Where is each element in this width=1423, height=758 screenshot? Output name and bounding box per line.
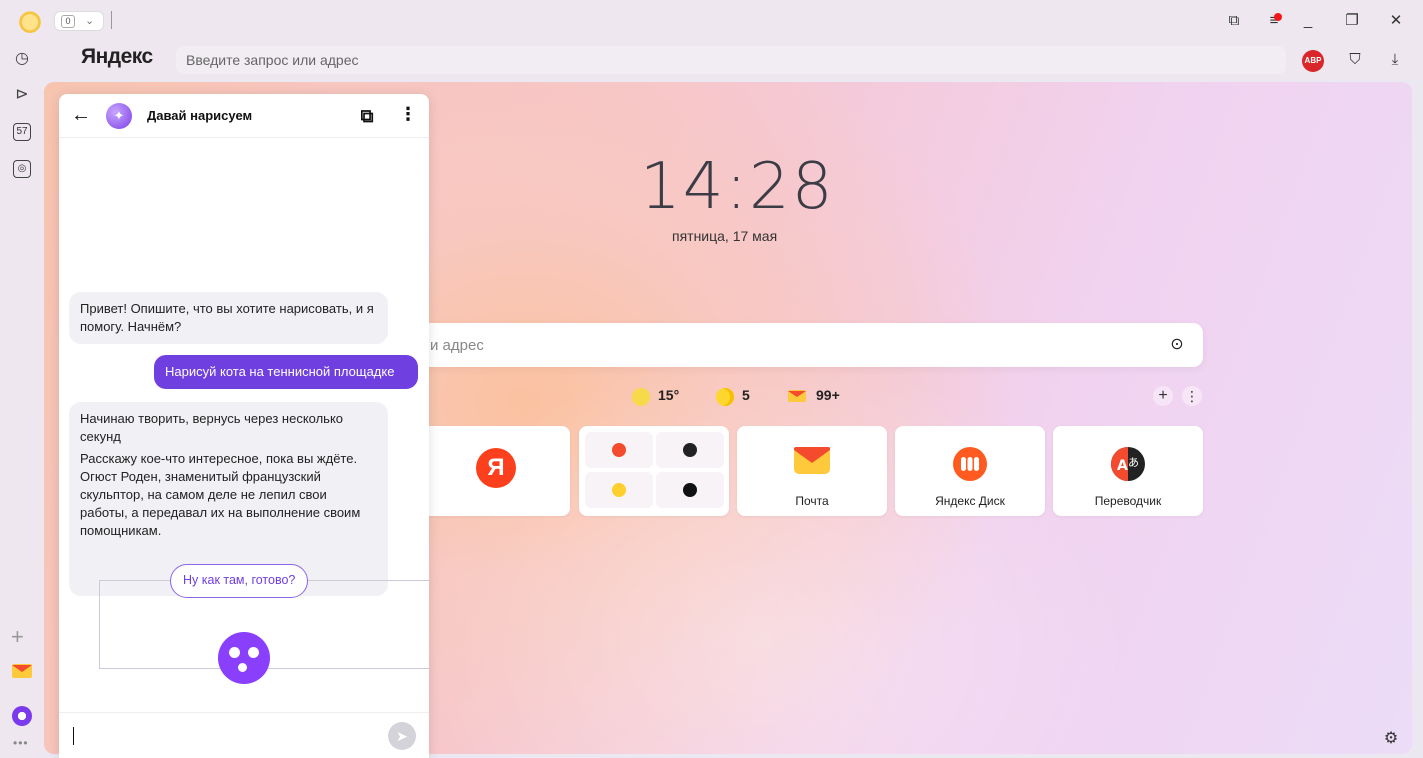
weather-temp[interactable]: 15° [658,387,679,407]
tile-widgets[interactable] [579,426,729,516]
adblock-icon[interactable]: ABP [1302,50,1324,72]
translate-icon [683,443,697,457]
play-icon[interactable]: ⊳ [9,82,35,108]
share-icon[interactable]: ⧉ [356,105,378,127]
eye [229,647,240,658]
chat-input[interactable] [59,712,429,758]
search-box[interactable] [420,323,1203,367]
chat-message-bot: Привет! Опишите, что вы хотите нарисоват… [69,292,388,344]
notification-dot [1274,13,1282,21]
umbrella-icon [612,443,626,457]
tile-disk[interactable]: Яндекс Диск [895,426,1045,516]
clock: 14:28 [640,150,835,224]
moon-value[interactable]: 5 [742,387,750,407]
mail-icon[interactable] [788,389,806,403]
sun-icon [683,483,697,497]
tile-yandex[interactable]: Я [420,426,570,516]
chat-header: ← ✦ Давай нарисуем ⧉ ⋮ [59,94,429,138]
yandex-icon: Я [476,448,516,488]
tile-label: Почта [795,494,829,508]
send-button[interactable]: ➤ [388,722,416,750]
restore-icon[interactable]: ❐ [1340,9,1364,33]
close-icon[interactable]: ✕ [1384,9,1408,33]
alice-loader [218,632,270,684]
add-tile-button[interactable]: + [1153,386,1173,406]
date: пятница, 17 мая [672,228,778,244]
search-placeholder: и адрес [430,337,484,354]
chevron-down-icon: ⌄ [85,15,95,27]
chat-message-user: Нарисуй кота на теннисной площадке [154,355,418,389]
address-placeholder: Введите запрос или адрес [186,52,359,68]
widget-cell [585,432,653,468]
title-bar: 0 ⌄ ⧉ ≡ _ ❐ ✕ [0,0,1423,42]
mail-icon[interactable] [11,662,33,680]
chat-message-text: Начинаю творить, вернусь через несколько… [80,411,344,444]
moon-icon[interactable] [716,388,734,406]
kebab-menu-icon[interactable]: ⋮ [399,104,417,125]
alice-icon[interactable] [12,706,32,726]
tile-mail[interactable]: Почта [737,426,887,516]
extensions-icon[interactable]: ⛉ [1343,48,1367,72]
widget-cell [656,432,724,468]
left-sidebar: ◷ ⊳ 57 ◎ + ••• [0,42,44,758]
divider [111,11,112,29]
notes-counter[interactable]: 57 [13,123,31,141]
tile-label: Переводчик [1094,494,1162,508]
add-panel-icon[interactable]: + [11,624,24,650]
alice-chat-panel: ← ✦ Давай нарисуем ⧉ ⋮ Привет! Опишите, … [59,94,429,758]
mail-icon [794,447,830,474]
chat-title: Давай нарисуем [147,108,253,123]
menu-icon[interactable]: ≡ [1262,9,1286,33]
svg-text:A: A [1117,458,1128,474]
profile-avatar[interactable] [18,9,42,33]
more-options-button[interactable]: ⋮ [1182,386,1202,406]
weather-icon[interactable] [632,388,650,406]
back-arrow-icon[interactable]: ← [71,104,91,127]
customize-icon[interactable]: ⚙ [1381,729,1401,749]
minimize-icon[interactable]: _ [1296,9,1320,33]
more-icon[interactable]: ••• [13,736,29,750]
svg-text:あ: あ [1128,456,1139,469]
tabs-counter-button[interactable]: 0 ⌄ [54,11,104,31]
chat-avatar: ✦ [106,103,132,129]
download-icon[interactable]: ⤓ [1383,48,1407,72]
tab-count: 0 [61,15,75,28]
text-caret [73,727,74,745]
widget-cell [585,472,653,508]
mouth [238,663,247,672]
camera-search-icon[interactable]: ⊙ [1166,334,1188,356]
mail-count[interactable]: 99+ [816,387,840,407]
yandex-logo[interactable]: Яндекс [81,45,153,69]
tile-translate[interactable]: A あ Переводчик [1053,426,1203,516]
bookmarks-icon[interactable]: ⧉ [1222,9,1246,33]
widget-cell [656,472,724,508]
eye [248,647,259,658]
suggestion-chip[interactable]: Ну как там, готово? [170,564,309,598]
screenshot-icon[interactable]: ◎ [13,160,31,178]
chat-message-text: Расскажу кое-что интересное, пока вы ждё… [80,451,361,538]
half-circle-icon [612,483,626,497]
disk-icon [953,447,987,481]
translate-icon: A あ [1111,447,1145,481]
tile-label: Яндекс Диск [935,494,1005,508]
history-icon[interactable]: ◷ [9,46,35,72]
